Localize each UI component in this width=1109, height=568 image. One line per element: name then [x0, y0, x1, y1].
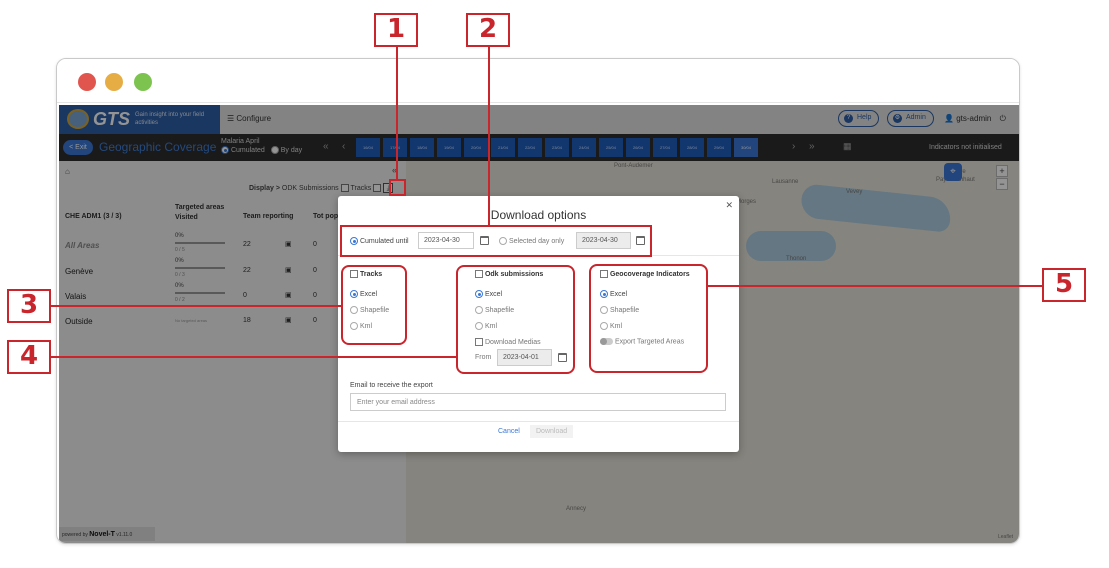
annotation-box-3 — [341, 265, 407, 345]
cancel-button[interactable]: Cancel — [498, 428, 520, 435]
annotation-line-1 — [396, 47, 398, 179]
close-window-button[interactable] — [78, 73, 96, 91]
annotation-box-4 — [456, 265, 575, 374]
annotation-badge-2: 2 — [466, 13, 510, 47]
annotation-badge-3: 3 — [7, 289, 51, 323]
annotation-line-2 — [488, 47, 490, 225]
divider — [338, 421, 739, 422]
annotation-badge-1: 1 — [374, 13, 418, 47]
email-label: Email to receive the export — [350, 382, 433, 389]
email-input[interactable]: Enter your email address — [350, 393, 726, 411]
annotation-line-5 — [708, 285, 1042, 287]
annotation-box-1 — [389, 179, 406, 196]
annotation-line-3 — [51, 305, 341, 307]
annotation-box-2 — [340, 225, 652, 257]
close-icon[interactable]: ✕ — [725, 200, 733, 211]
download-button[interactable]: Download — [530, 425, 574, 438]
annotation-badge-5: 5 — [1042, 268, 1086, 302]
window-titlebar — [57, 59, 1019, 103]
maximize-window-button[interactable] — [134, 73, 152, 91]
annotation-line-4 — [51, 356, 456, 358]
annotation-badge-4: 4 — [7, 340, 51, 374]
minimize-window-button[interactable] — [105, 73, 123, 91]
annotation-box-5 — [589, 264, 708, 373]
dialog-title: Download options — [490, 208, 587, 222]
